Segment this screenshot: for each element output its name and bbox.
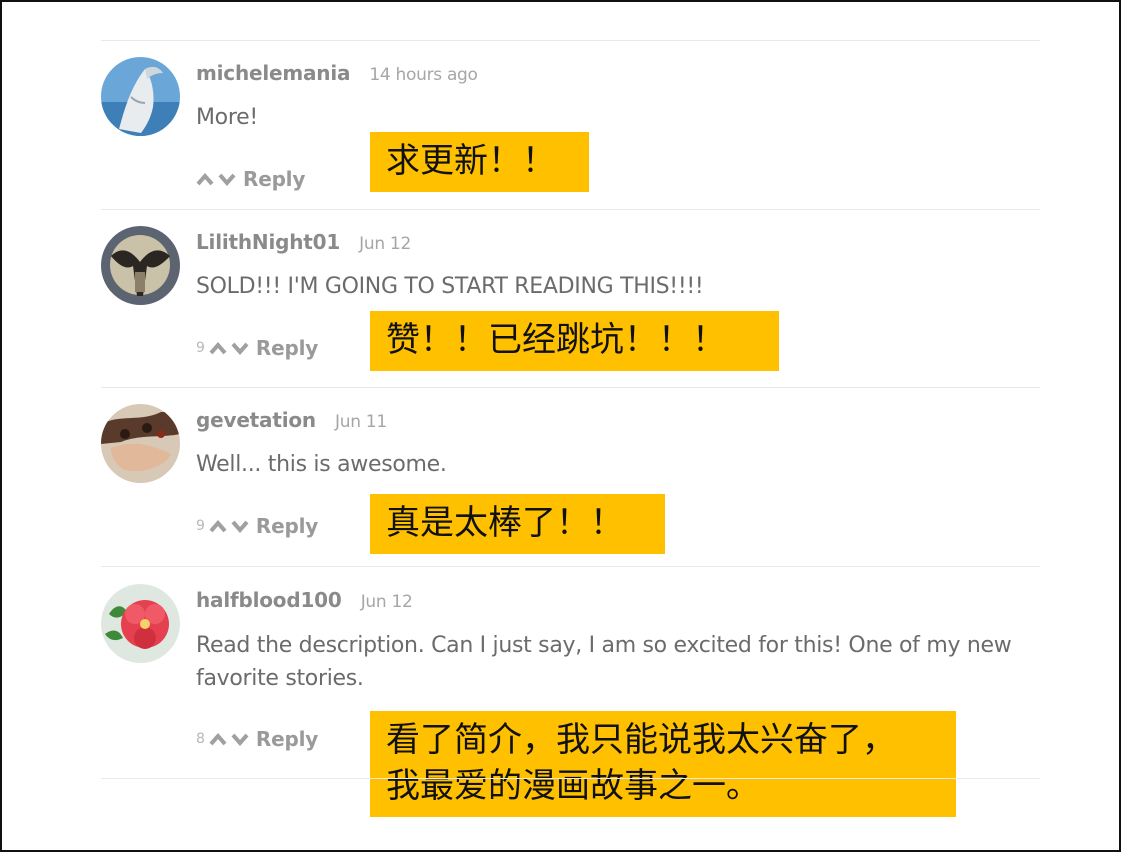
divider <box>101 209 1040 210</box>
comment-actions: Reply <box>196 167 305 191</box>
comment-text: SOLD!!! I'M GOING TO START READING THIS!… <box>196 274 704 299</box>
reply-button[interactable]: Reply <box>243 167 305 191</box>
upvote-icon[interactable] <box>209 341 227 355</box>
timestamp: Jun 11 <box>335 412 387 432</box>
timestamp: Jun 12 <box>359 234 411 254</box>
vote-count: 9 <box>196 518 205 534</box>
translation-callout: 求更新！！ <box>370 132 589 192</box>
comment-meta: halfblood100 Jun 12 <box>196 588 413 612</box>
dark-creature-avatar[interactable] <box>101 226 180 305</box>
timestamp: 14 hours ago <box>369 65 478 85</box>
upvote-icon[interactable] <box>196 172 214 186</box>
comment-actions: 8 Reply <box>196 727 318 751</box>
comments-panel: michelemania 14 hours ago More! Reply 求更… <box>0 0 1121 852</box>
reply-button[interactable]: Reply <box>256 336 318 360</box>
comment-text: Well... this is awesome. <box>196 452 447 477</box>
divider <box>101 387 1040 388</box>
reply-button[interactable]: Reply <box>256 514 318 538</box>
downvote-icon[interactable] <box>231 732 249 746</box>
vote-count: 9 <box>196 340 205 356</box>
comment-text: More! <box>196 105 258 130</box>
comment-actions: 9 Reply <box>196 336 318 360</box>
timestamp: Jun 12 <box>360 592 413 612</box>
upvote-icon[interactable] <box>209 519 227 533</box>
translation-callout: 看了简介，我只能说我太兴奋了， 我最爱的漫画故事之一。 <box>370 711 956 817</box>
divider <box>101 40 1040 41</box>
downvote-icon[interactable] <box>231 341 249 355</box>
divider <box>101 566 1040 567</box>
flower-avatar[interactable] <box>101 584 180 663</box>
shark-avatar[interactable] <box>101 57 180 136</box>
reply-button[interactable]: Reply <box>256 727 318 751</box>
downvote-icon[interactable] <box>231 519 249 533</box>
username-link[interactable]: LilithNight01 <box>196 230 340 254</box>
divider <box>101 778 1040 779</box>
hands-avatar[interactable] <box>101 404 180 483</box>
translation-callout: 真是太棒了！！ <box>370 494 665 554</box>
comment-actions: 9 Reply <box>196 514 318 538</box>
username-link[interactable]: gevetation <box>196 408 316 432</box>
vote-count: 8 <box>196 731 205 747</box>
username-link[interactable]: halfblood100 <box>196 588 342 612</box>
downvote-icon[interactable] <box>218 172 236 186</box>
comment-meta: LilithNight01 Jun 12 <box>196 230 411 254</box>
translation-callout: 赞！！已经跳坑！！！ <box>370 311 779 371</box>
upvote-icon[interactable] <box>209 732 227 746</box>
comment-meta: gevetation Jun 11 <box>196 408 387 432</box>
username-link[interactable]: michelemania <box>196 61 351 85</box>
comment-meta: michelemania 14 hours ago <box>196 61 478 85</box>
comment-text: Read the description. Can I just say, I … <box>196 633 1012 691</box>
